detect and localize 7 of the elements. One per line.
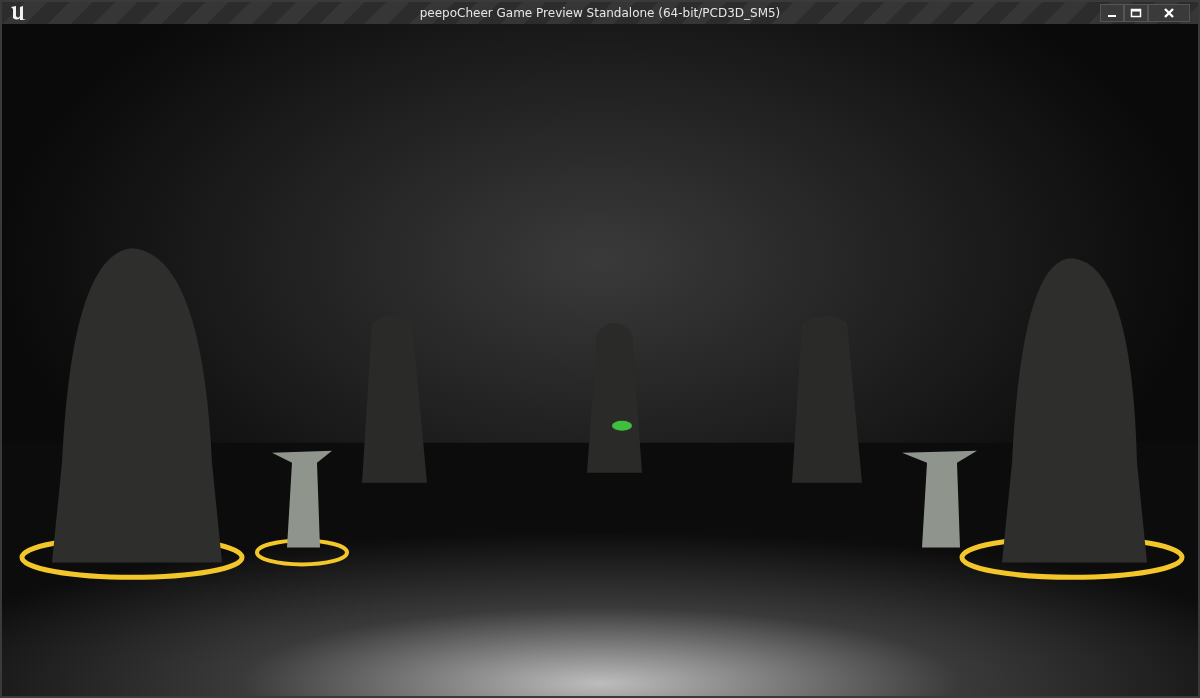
close-icon	[1163, 7, 1175, 19]
minimize-icon	[1108, 15, 1116, 17]
maximize-button[interactable]	[1124, 4, 1148, 22]
minimize-button[interactable]	[1100, 4, 1124, 22]
maximize-icon	[1130, 7, 1142, 19]
window-title: peepoCheer Game Preview Standalone (64-bit/PCD3D_SM5)	[418, 6, 782, 20]
close-button[interactable]	[1148, 4, 1190, 22]
